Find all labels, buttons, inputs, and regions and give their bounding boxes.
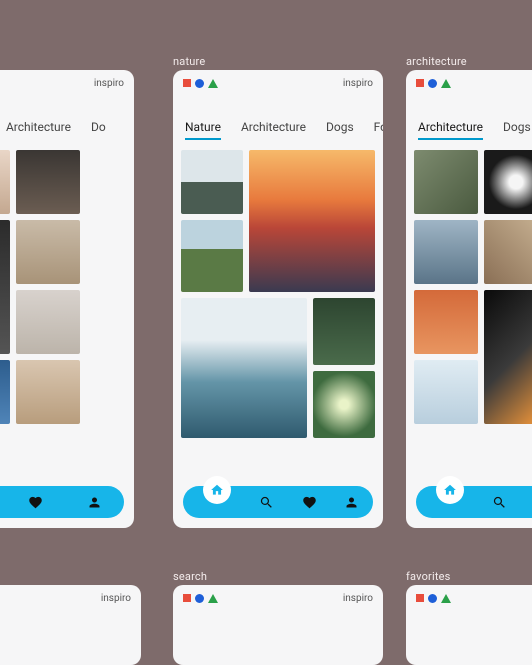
logo [416,79,451,88]
brand-text: inspiro [101,593,131,604]
grid-image[interactable] [0,220,10,354]
brand-text: inspiro [94,78,124,89]
tab-dogs[interactable]: Dogs [503,120,531,138]
category-tabs: Nature Architecture Dogs Food [173,94,383,142]
logo [416,594,451,603]
grid-image[interactable] [0,150,10,214]
grid-image[interactable] [16,150,80,214]
grid-image[interactable] [16,360,80,424]
app-header: inspiro [173,70,383,94]
tab-dogs[interactable]: Do [91,120,106,138]
logo [183,594,218,603]
search-icon[interactable] [490,492,510,512]
app-header: inspiro [0,585,141,609]
screen-label-architecture: architecture [406,55,467,68]
screen-people: inspiro Nature Architecture Do [0,70,134,528]
app-header: inspiro [406,70,532,94]
tab-architecture[interactable]: Architecture [6,120,71,138]
screen-label-nature: nature [173,55,205,68]
bottom-nav [183,486,373,518]
brand-text: inspiro [343,593,373,604]
logo [183,79,218,88]
home-icon[interactable] [203,476,231,504]
heart-icon[interactable] [26,492,46,512]
home-icon[interactable] [436,476,464,504]
grid-image[interactable] [0,360,10,424]
screen-label-favorites: favorites [406,570,451,583]
heart-icon[interactable] [299,492,319,512]
grid-image-group [313,298,375,438]
screen-favorites: inspiro [406,585,532,665]
app-header: inspiro [406,585,532,609]
image-grid [173,142,383,528]
tab-food[interactable]: Food [374,120,383,138]
screen-bottom-left: inspiro [0,585,141,665]
screen-architecture: inspiro Architecture Dogs [406,70,532,528]
tab-architecture[interactable]: Architecture [418,120,483,138]
grid-image[interactable] [414,360,478,424]
person-icon[interactable] [85,492,105,512]
image-grid [0,142,134,528]
screen-search: inspiro [173,585,383,665]
image-grid [406,142,532,528]
grid-image[interactable] [414,220,478,284]
bottom-nav [416,486,532,518]
search-icon[interactable] [257,492,277,512]
grid-image[interactable] [414,150,478,214]
tab-architecture[interactable]: Architecture [241,120,306,138]
app-header: inspiro [0,70,134,94]
grid-image[interactable] [16,220,80,284]
grid-image[interactable] [414,290,478,354]
grid-image[interactable] [484,150,532,214]
bottom-nav [0,486,124,518]
category-tabs: Nature Architecture Do [0,94,134,142]
grid-image[interactable] [16,290,80,354]
grid-image[interactable] [313,298,375,365]
grid-image[interactable] [313,371,375,438]
grid-image[interactable] [181,150,243,214]
category-tabs: Architecture Dogs [406,94,532,142]
grid-image[interactable] [249,150,375,292]
screen-label-search: search [173,570,207,583]
grid-image[interactable] [484,220,532,284]
brand-text: inspiro [343,78,373,89]
tab-dogs[interactable]: Dogs [326,120,354,138]
grid-image[interactable] [181,298,307,438]
grid-image[interactable] [484,290,532,424]
person-icon[interactable] [342,492,362,512]
tab-nature[interactable]: Nature [185,120,221,138]
app-header: inspiro [173,585,383,609]
screen-nature: inspiro Nature Architecture Dogs Food [173,70,383,528]
grid-image[interactable] [181,220,243,292]
